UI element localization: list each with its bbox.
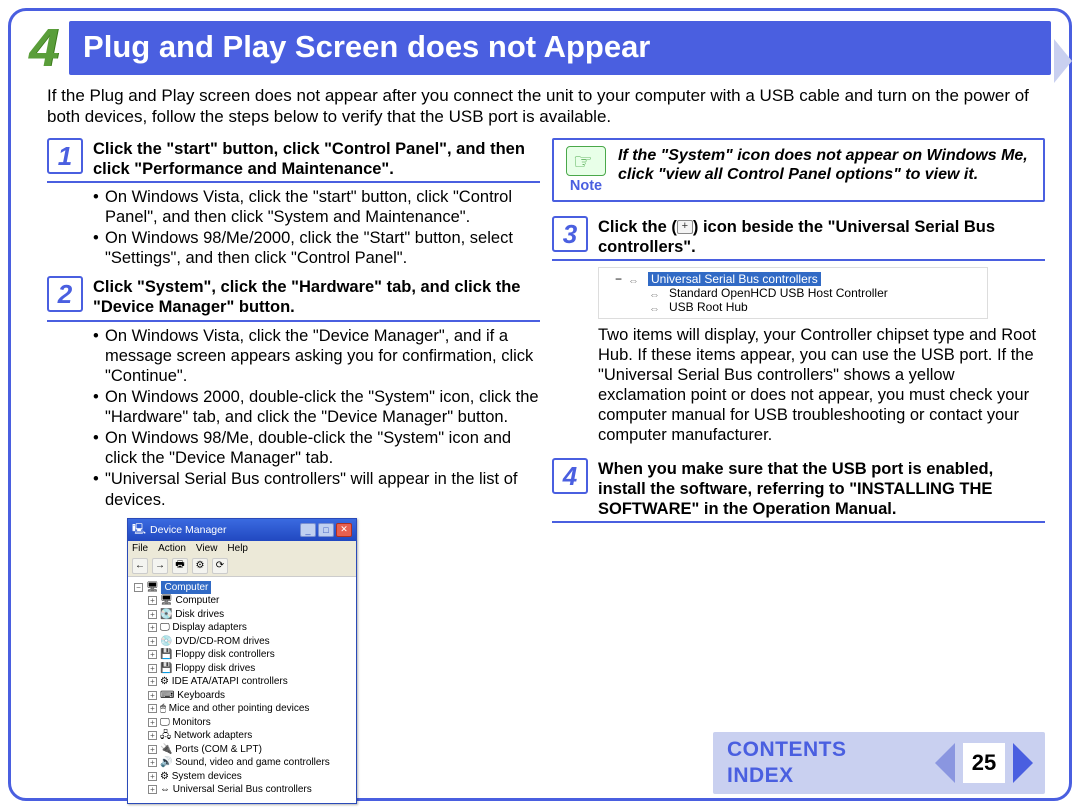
expand-icon[interactable]: + [148, 731, 157, 740]
index-link[interactable]: INDEX [727, 764, 847, 788]
step-number: 2 [47, 276, 83, 312]
menu-item[interactable]: View [196, 543, 218, 554]
step-number: 3 [552, 216, 588, 252]
corner-arrow-icon [1054, 39, 1072, 83]
menu-item[interactable]: File [132, 543, 148, 554]
step-title: When you make sure that the USB port is … [598, 458, 1045, 519]
step-4: 4 When you make sure that the USB port i… [552, 458, 1045, 523]
usb-tree: − Universal Serial Bus controllers Stand… [598, 267, 988, 319]
usb-tree-root[interactable]: Universal Serial Bus controllers [648, 272, 821, 286]
step-3: 3 Click the (+) icon beside the "Univers… [552, 216, 1045, 446]
minimize-button[interactable]: _ [300, 523, 316, 537]
tree-node[interactable]: Universal Serial Bus controllers [173, 784, 312, 795]
step-2: 2 Click "System", click the "Hardware" t… [47, 276, 540, 509]
usb-icon [628, 273, 642, 285]
step-title: Click "System", click the "Hardware" tab… [93, 276, 540, 317]
page-frame: 4 Plug and Play Screen does not Appear I… [8, 8, 1072, 801]
tree-node[interactable]: Monitors [172, 717, 210, 728]
tree-node[interactable]: Disk drives [175, 609, 224, 620]
toolbar-button[interactable]: ⚙ [192, 558, 208, 574]
columns: 1 Click the "start" button, click "Contr… [11, 138, 1069, 804]
step-number: 4 [552, 458, 588, 494]
step-bullet: "Universal Serial Bus controllers" will … [93, 469, 540, 509]
close-button[interactable]: ✕ [336, 523, 352, 537]
device-tree: −🖥 Computer +🖥 Computer +💽 Disk drives +… [128, 577, 356, 803]
tree-node[interactable]: Network adapters [174, 730, 252, 741]
expand-icon[interactable]: + [148, 758, 157, 767]
step-number: 1 [47, 138, 83, 174]
expand-icon[interactable]: + [148, 610, 157, 619]
forward-button[interactable]: → [152, 558, 168, 574]
next-page-arrow-icon[interactable] [1013, 743, 1033, 783]
usb-tree-item[interactable]: Standard OpenHCD USB Host Controller [669, 286, 888, 300]
tree-node[interactable]: DVD/CD-ROM drives [175, 636, 269, 647]
expand-icon[interactable]: + [148, 650, 157, 659]
tree-node[interactable]: Sound, video and game controllers [175, 757, 330, 768]
plus-box-icon: + [677, 220, 693, 234]
expand-icon[interactable]: + [148, 704, 157, 713]
step-title: Click the (+) icon beside the "Universal… [598, 216, 1045, 257]
tree-node[interactable]: Floppy disk controllers [175, 649, 274, 660]
expand-icon[interactable]: + [148, 785, 157, 794]
usb-icon [649, 301, 663, 313]
toolbar-button[interactable]: 🖶 [172, 558, 188, 574]
step-title: Click the "start" button, click "Control… [93, 138, 540, 179]
tree-node[interactable]: IDE ATA/ATAPI controllers [172, 676, 288, 687]
page-number: 25 [963, 743, 1005, 783]
window-title: Device Manager [150, 524, 226, 536]
maximize-button[interactable]: □ [318, 523, 334, 537]
footer-nav: CONTENTS INDEX 25 [713, 732, 1045, 794]
menu-item[interactable]: Help [227, 543, 248, 554]
tree-node[interactable]: Keyboards [177, 690, 225, 701]
step-bullet: On Windows Vista, click the "start" butt… [93, 187, 540, 227]
expand-icon[interactable]: + [148, 637, 157, 646]
usb-tree-item[interactable]: USB Root Hub [669, 300, 748, 314]
intro-text: If the Plug and Play screen does not app… [11, 81, 1069, 138]
expand-icon[interactable]: + [148, 718, 157, 727]
expand-icon[interactable]: + [148, 691, 157, 700]
collapse-icon[interactable]: − [134, 583, 143, 592]
window-titlebar: 🖳 Device Manager _ □ ✕ [128, 519, 356, 541]
toolbar: ← → 🖶 ⚙ ⟳ [128, 556, 356, 577]
back-button[interactable]: ← [132, 558, 148, 574]
page-title: Plug and Play Screen does not Appear [69, 21, 1051, 75]
note-box: Note If the "System" icon does not appea… [552, 138, 1045, 202]
step-bullet: On Windows 2000, double-click the "Syste… [93, 387, 540, 427]
section-number: 4 [29, 21, 59, 75]
expand-icon[interactable]: + [148, 772, 157, 781]
expand-icon[interactable]: + [148, 664, 157, 673]
usb-icon [649, 287, 663, 299]
right-column: Note If the "System" icon does not appea… [552, 138, 1045, 804]
collapse-icon[interactable]: − [615, 272, 622, 286]
contents-link[interactable]: CONTENTS [727, 738, 847, 762]
step-title-pre: Click the ( [598, 218, 677, 236]
tree-node[interactable]: Ports (COM & LPT) [175, 744, 262, 755]
tree-node[interactable]: Floppy disk drives [175, 663, 255, 674]
device-manager-window: 🖳 Device Manager _ □ ✕ File Action View … [127, 518, 357, 804]
note-icon [566, 146, 606, 176]
tree-node[interactable]: System devices [172, 771, 242, 782]
prev-page-arrow-icon[interactable] [935, 743, 955, 783]
step-bullet: On Windows Vista, click the "Device Mana… [93, 326, 540, 386]
note-text: If the "System" icon does not appear on … [618, 146, 1033, 184]
step-bullet: On Windows 98/Me, double-click the "Syst… [93, 428, 540, 468]
expand-icon[interactable]: + [148, 677, 157, 686]
tree-node[interactable]: Computer [175, 595, 219, 606]
step-1: 1 Click the "start" button, click "Contr… [47, 138, 540, 269]
app-icon: 🖳 [132, 521, 146, 539]
menu-item[interactable]: Action [158, 543, 186, 554]
expand-icon[interactable]: + [148, 623, 157, 632]
step-bullet: On Windows 98/Me/2000, click the "Start"… [93, 228, 540, 268]
tree-root[interactable]: Computer [161, 581, 211, 595]
note-label: Note [570, 178, 602, 194]
expand-icon[interactable]: + [148, 745, 157, 754]
menubar: File Action View Help [128, 541, 356, 556]
left-column: 1 Click the "start" button, click "Contr… [47, 138, 540, 804]
refresh-button[interactable]: ⟳ [212, 558, 228, 574]
step-description: Two items will display, your Controller … [552, 325, 1045, 446]
tree-node[interactable]: Display adapters [172, 622, 246, 633]
expand-icon[interactable]: + [148, 596, 157, 605]
tree-node[interactable]: Mice and other pointing devices [169, 703, 310, 714]
page-header: 4 Plug and Play Screen does not Appear [11, 11, 1069, 81]
